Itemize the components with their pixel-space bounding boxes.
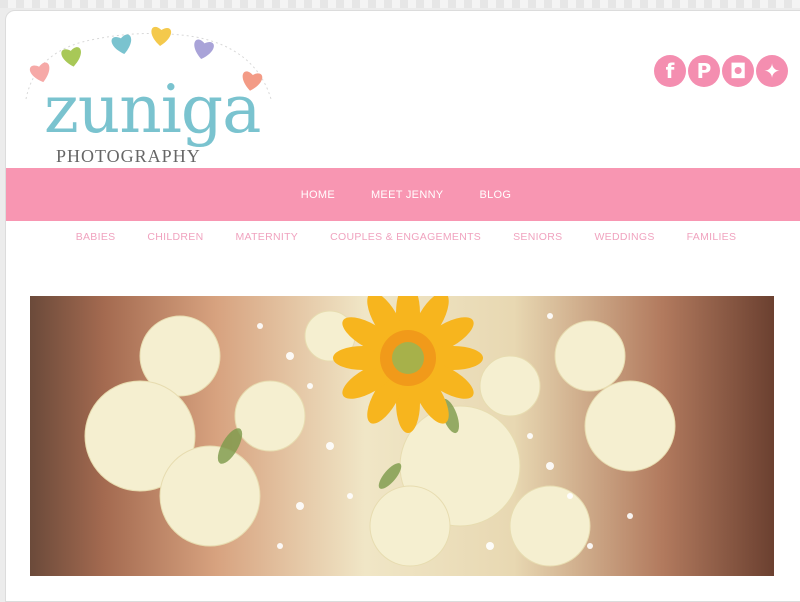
facebook-icon[interactable]: f — [654, 55, 686, 87]
category-children[interactable]: CHILDREN — [147, 231, 203, 243]
heart-icon — [194, 39, 214, 60]
logo-subtitle: PHOTOGRAPHY — [56, 146, 201, 166]
page: zuniga PHOTOGRAPHY f P ◘ ✦ HOME MEET JEN… — [5, 10, 800, 602]
social-links: f P ◘ ✦ — [654, 55, 788, 87]
nav-blog[interactable]: BLOG — [479, 189, 511, 201]
pinterest-icon[interactable]: P — [688, 55, 720, 87]
category-couples-engagements[interactable]: COUPLES & ENGAGEMENTS — [330, 231, 481, 243]
main-nav: HOME MEET JENNY BLOG — [6, 168, 800, 221]
flower-bouquet-image — [84, 296, 676, 567]
heart-icon — [151, 26, 172, 46]
site-logo[interactable]: zuniga PHOTOGRAPHY — [16, 19, 278, 169]
category-nav: BABIES CHILDREN MATERNITY COUPLES & ENGA… — [6, 225, 800, 249]
category-seniors[interactable]: SENIORS — [513, 231, 562, 243]
heart-icon — [61, 47, 81, 67]
nav-meet-jenny[interactable]: MEET JENNY — [371, 189, 443, 201]
category-babies[interactable]: BABIES — [76, 231, 116, 243]
top-strip — [0, 0, 800, 8]
nav-home[interactable]: HOME — [301, 189, 335, 201]
heart-icon — [111, 34, 132, 55]
hero-photo — [30, 296, 774, 576]
twitter-icon[interactable]: ✦ — [756, 55, 788, 87]
logo-wordmark: zuniga — [44, 71, 261, 148]
category-families[interactable]: FAMILIES — [687, 231, 737, 243]
instagram-icon[interactable]: ◘ — [722, 55, 754, 87]
category-weddings[interactable]: WEDDINGS — [594, 231, 654, 243]
category-maternity[interactable]: MATERNITY — [236, 231, 299, 243]
